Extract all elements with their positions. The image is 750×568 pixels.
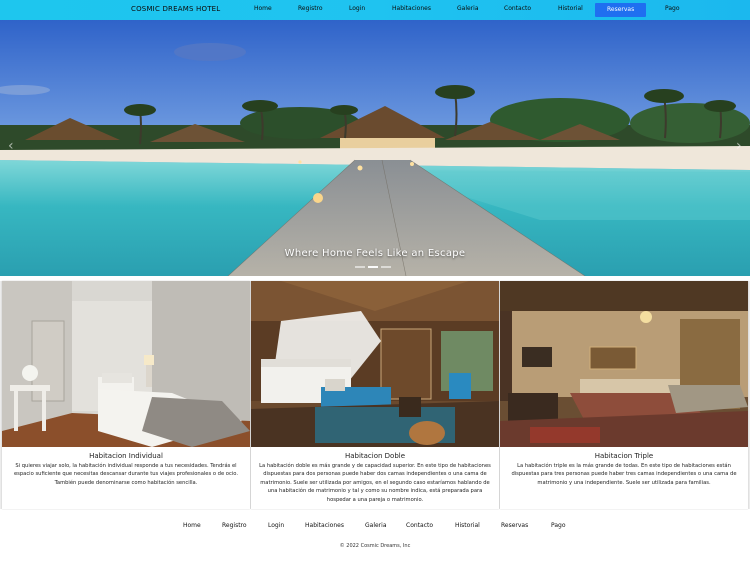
room-description-doble: La habitación doble es más grande y de c… xyxy=(259,463,491,503)
footer-link-home[interactable]: Home xyxy=(183,522,201,529)
room-card-individual: Habitacion Individual Si quieres viajar … xyxy=(2,281,250,509)
room-title-triple: Habitacion Triple xyxy=(594,452,654,460)
nav-reservas[interactable]: Reservas xyxy=(595,3,647,17)
room-image-doble xyxy=(251,281,499,447)
footer-link-pago[interactable]: Pago xyxy=(551,522,566,529)
room-description-triple: La habitación triple es la más grande de… xyxy=(511,463,737,486)
brand-link[interactable]: COSMIC DREAMS HOTEL xyxy=(131,5,220,13)
room-image-triple xyxy=(500,281,748,447)
nav-home[interactable]: Home xyxy=(254,5,272,12)
nav-pago[interactable]: Pago xyxy=(665,5,680,12)
room-image-individual xyxy=(2,281,250,447)
footer-link-galeria[interactable]: Galeria xyxy=(365,522,387,529)
nav-registro[interactable]: Registro xyxy=(298,5,323,12)
footer-link-habitaciones[interactable]: Habitaciones xyxy=(305,522,344,529)
carousel-prev-icon[interactable]: ‹ xyxy=(8,138,14,154)
footer-link-contacto[interactable]: Contacto xyxy=(406,522,433,529)
hero-caption: Where Home Feels Like an Escape xyxy=(284,248,466,259)
nav-contacto[interactable]: Contacto xyxy=(504,5,531,12)
carousel-next-icon[interactable]: › xyxy=(736,138,742,154)
hero-image xyxy=(0,20,750,276)
hero-carousel[interactable]: ‹ › Where Home Feels Like an Escape xyxy=(0,20,750,276)
room-title-individual: Habitacion Individual xyxy=(89,452,163,460)
rooms-section: Habitacion Individual Si quieres viajar … xyxy=(0,281,750,509)
room-description-individual: Si quieres viajar solo, la habitación in… xyxy=(13,463,239,486)
top-navbar: COSMIC DREAMS HOTEL Home Registro Login … xyxy=(0,0,750,20)
page: COSMIC DREAMS HOTEL Home Registro Login … xyxy=(0,0,750,568)
nav-historial[interactable]: Historial xyxy=(558,5,583,12)
nav-login[interactable]: Login xyxy=(349,5,365,12)
nav-galeria[interactable]: Galeria xyxy=(457,5,479,12)
copyright: © 2022 Cosmic Dreams, Inc xyxy=(339,543,411,549)
room-title-doble: Habitacion Doble xyxy=(344,452,406,460)
room-card-triple: Habitacion Triple La habitación triple e… xyxy=(500,281,748,509)
carousel-indicator[interactable] xyxy=(355,266,365,268)
carousel-indicators xyxy=(355,266,391,268)
footer-link-login[interactable]: Login xyxy=(268,522,284,529)
footer-nav: Home Registro Login Habitaciones Galeria… xyxy=(0,522,750,532)
nav-habitaciones[interactable]: Habitaciones xyxy=(392,5,431,12)
room-card-doble: Habitacion Doble La habitación doble es … xyxy=(251,281,499,509)
carousel-indicator[interactable] xyxy=(381,266,391,268)
footer-link-registro[interactable]: Registro xyxy=(222,522,247,529)
carousel-indicator-active[interactable] xyxy=(368,266,378,268)
footer-link-historial[interactable]: Historial xyxy=(455,522,480,529)
footer-link-reservas[interactable]: Reservas xyxy=(501,522,528,529)
